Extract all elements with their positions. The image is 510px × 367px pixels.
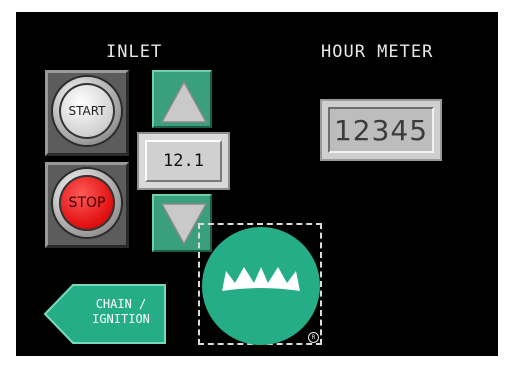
- stop-button-label: STOP: [59, 175, 115, 231]
- increment-button[interactable]: [152, 70, 212, 128]
- inlet-setpoint-display[interactable]: 12.1: [137, 132, 230, 190]
- nav-label-line2: IGNITION: [92, 312, 150, 326]
- hour-meter-display: 12345: [320, 99, 442, 161]
- start-button-label: START: [59, 83, 115, 139]
- inlet-title: INLET: [106, 42, 163, 62]
- logo: [202, 227, 320, 345]
- nav-label-line1: CHAIN /: [95, 297, 147, 311]
- inlet-setpoint-value: 12.1: [145, 140, 222, 182]
- crown-icon: [222, 267, 300, 291]
- up-arrow-icon: [160, 80, 208, 123]
- registered-mark: R: [308, 332, 319, 343]
- stop-button-ring: STOP: [53, 169, 121, 237]
- hour-meter-value: 12345: [328, 107, 434, 153]
- start-button[interactable]: START: [45, 70, 129, 156]
- start-button-ring: START: [53, 77, 121, 145]
- hour-meter-title: HOUR METER: [321, 42, 434, 62]
- chain-ignition-nav-button[interactable]: CHAIN / IGNITION: [43, 283, 167, 345]
- stop-button[interactable]: STOP: [45, 162, 129, 248]
